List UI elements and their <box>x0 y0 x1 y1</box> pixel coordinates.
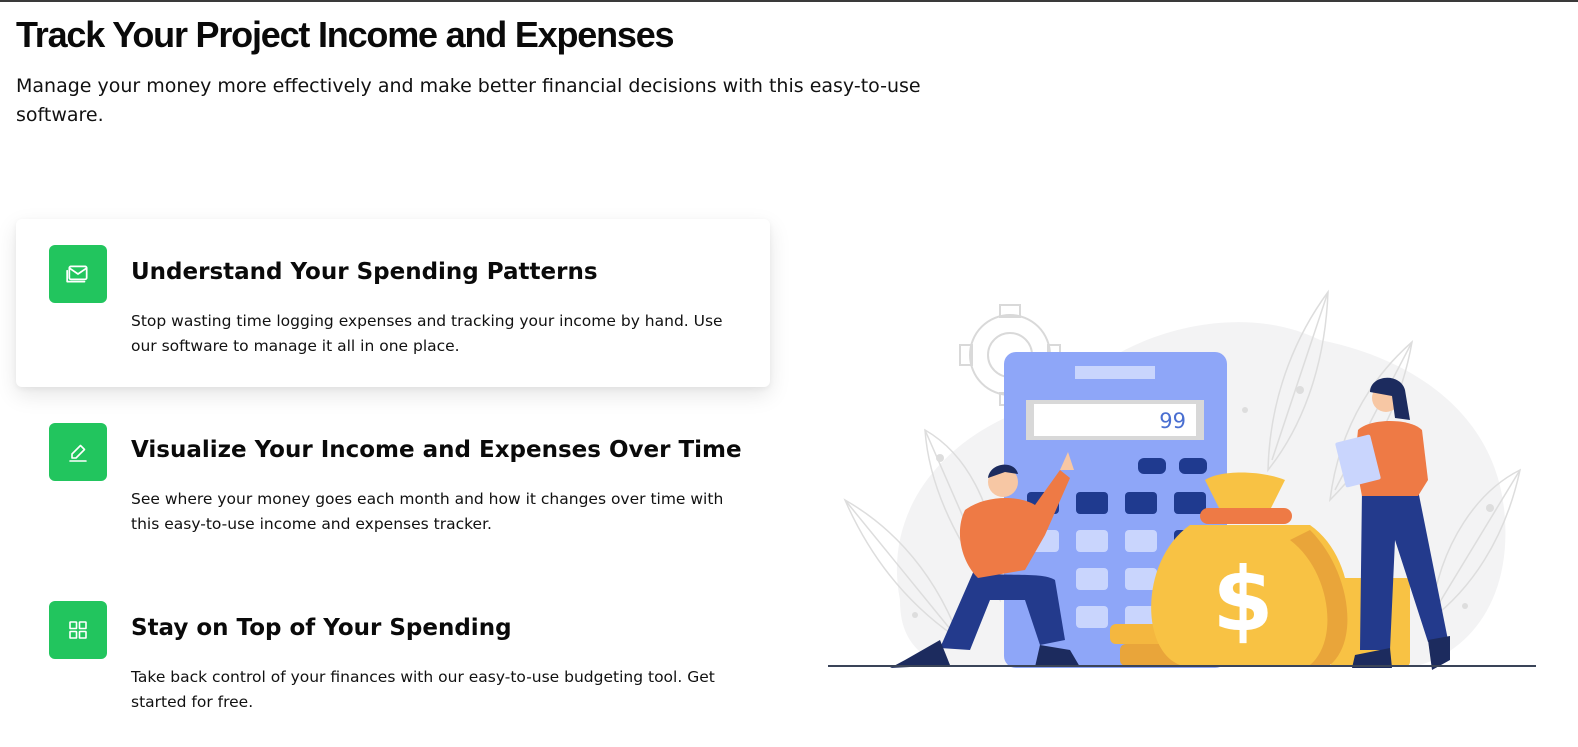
feature-icon-box <box>49 423 107 481</box>
feature-title: Visualize Your Income and Expenses Over … <box>131 437 742 463</box>
feature-description: Stop wasting time logging expenses and t… <box>131 312 723 355</box>
feature-icon-box <box>49 245 107 303</box>
mail-icon <box>66 265 88 283</box>
feature-icon-box <box>49 601 107 659</box>
page-title: Track Your Project Income and Expenses <box>16 14 675 55</box>
dollar-sign: $ <box>1212 548 1273 651</box>
edit-icon <box>69 444 87 462</box>
page-subtitle: Manage your money more effectively and m… <box>16 75 921 126</box>
calculator-display: 99 <box>1159 409 1186 433</box>
feature-card-spending-patterns[interactable]: Understand Your Spending Patterns Stop w… <box>16 219 770 387</box>
top-border <box>0 0 1578 2</box>
feature-card-visualize-income[interactable]: Visualize Your Income and Expenses Over … <box>16 397 770 565</box>
feature-description: See where your money goes each month and… <box>131 490 724 533</box>
grid-icon <box>69 621 87 639</box>
feature-card-stay-on-top[interactable]: Stay on Top of Your Spending Take back c… <box>16 575 770 743</box>
feature-title: Understand Your Spending Patterns <box>131 259 598 285</box>
feature-description: Take back control of your finances with … <box>131 668 715 711</box>
finance-illustration: 99 $ <box>828 289 1536 670</box>
feature-title: Stay on Top of Your Spending <box>131 615 512 641</box>
